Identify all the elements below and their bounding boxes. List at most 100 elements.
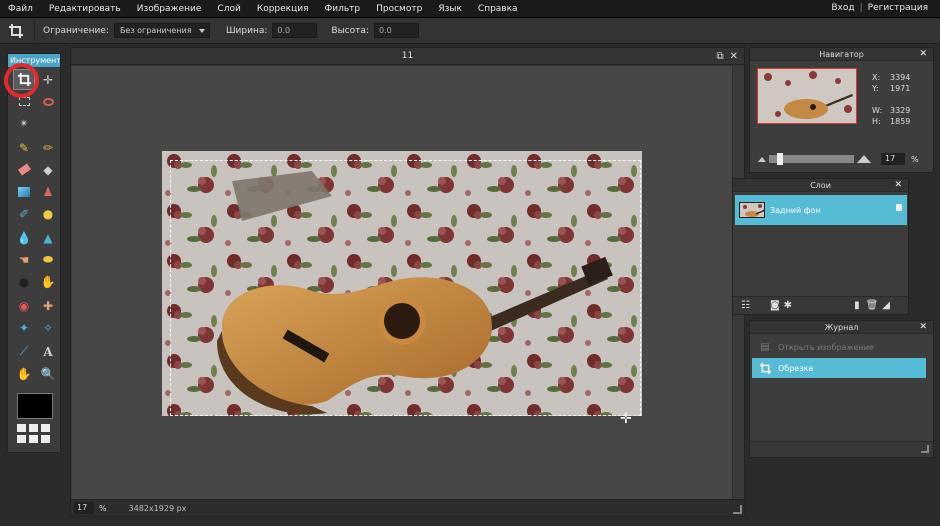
menu-filter[interactable]: Фильтр (317, 4, 369, 14)
zoom-slider[interactable] (769, 153, 854, 165)
burn-tool[interactable]: ✋ (37, 271, 59, 292)
spot-heal-tool[interactable]: ✚ (37, 295, 59, 316)
burn-icon: ✋ (40, 274, 56, 289)
menu-image[interactable]: Изображение (129, 4, 210, 14)
brush-tool[interactable]: ✏ (37, 137, 59, 158)
layer-name: Задний фон (770, 205, 821, 215)
login-link[interactable]: Вход (831, 3, 854, 13)
color-replace-icon: ✐ (18, 206, 30, 221)
move-tool[interactable]: ✛ (37, 69, 59, 90)
layer-settings-icon[interactable]: ☷ (741, 300, 750, 311)
pencil-tool[interactable]: ✎ (13, 137, 35, 158)
y-value: 1971 (890, 84, 911, 93)
close-icon[interactable]: ✕ (919, 48, 927, 61)
layer-item[interactable]: Задний фон (735, 195, 907, 225)
magic-wand-icon: ✴ (19, 117, 29, 130)
bucket-tool[interactable]: ◆ (37, 159, 59, 180)
close-icon[interactable]: ✕ (730, 48, 738, 65)
clone-stamp-icon: ♟ (42, 184, 54, 199)
resize-handle-icon[interactable] (733, 505, 742, 514)
hand-tool[interactable]: ✋ (13, 363, 35, 384)
type-tool[interactable]: A (37, 341, 59, 362)
menu-layer[interactable]: Слой (209, 4, 248, 14)
pinch-tool[interactable]: ✧ (37, 317, 59, 338)
new-layer-icon[interactable]: ▮ (854, 300, 860, 311)
zoom-out-icon[interactable] (758, 156, 766, 162)
document-window: 11 ⧉ ✕ ✛ 17 % 3482x1929 px (70, 47, 745, 517)
width-input[interactable]: 0.0 (272, 23, 318, 38)
height-input[interactable]: 0.0 (373, 23, 419, 38)
view-mode-grid[interactable] (17, 424, 50, 443)
zoom-tool[interactable]: 🔍 (37, 363, 59, 384)
layers-panel: Слои ✕ Задний фон ☷ ◙ ✱ ▮ 🗑 ◢ (732, 178, 909, 315)
color-replace-tool[interactable]: ✐ (13, 203, 35, 224)
menu-language[interactable]: Язык (430, 4, 470, 14)
restore-icon[interactable]: ⧉ (716, 48, 723, 65)
resize-handle-icon[interactable] (921, 445, 929, 453)
bloat-tool[interactable]: ✦ (13, 317, 35, 338)
close-icon[interactable]: ✕ (894, 179, 902, 192)
brush-icon: ✏ (42, 140, 54, 155)
navigator-panel: Навигатор ✕ X: 3394 Y: 1971 W: 3329 H: 1859 (749, 47, 934, 173)
history-item-label: Обрезка (778, 363, 814, 373)
menu-adjustment[interactable]: Коррекция (249, 4, 317, 14)
crop-icon (758, 361, 772, 375)
marquee-icon (18, 97, 30, 106)
resize-handle-icon[interactable]: ◢ (882, 300, 890, 311)
magic-wand-tool[interactable]: ✴ (13, 113, 35, 134)
history-toolbar (750, 441, 933, 457)
bucket-icon: ◆ (43, 162, 53, 177)
sharpen-tool[interactable]: ▲ (37, 227, 59, 248)
type-icon: A (43, 344, 53, 359)
close-icon[interactable]: ✕ (919, 321, 927, 334)
chevron-down-icon (198, 28, 205, 33)
red-eye-icon: ◉ (18, 298, 30, 313)
blur-tool[interactable]: 💧 (13, 227, 35, 248)
canvas-area[interactable]: ✛ (72, 66, 732, 499)
menu-help[interactable]: Справка (470, 4, 526, 14)
width-label: Ширина: (225, 25, 268, 36)
constraint-label: Ограничение: (43, 25, 109, 36)
zoom-in-icon[interactable] (857, 155, 871, 163)
new-layer-style-icon[interactable]: ✱ (784, 300, 792, 311)
eraser-icon (17, 163, 31, 176)
color-picker-tool[interactable]: ⟋ (13, 341, 35, 362)
navigator-zoom-unit: % (911, 154, 919, 164)
history-item-open[interactable]: ▤ Открыть изображение (752, 337, 926, 357)
constraint-select[interactable]: Без ограничения (113, 23, 210, 38)
smudge-tool[interactable]: ☚ (13, 249, 35, 270)
h-value: 1859 (890, 117, 911, 126)
navigator-zoom-input[interactable]: 17 (881, 153, 905, 165)
delete-layer-icon[interactable]: 🗑 (866, 300, 879, 311)
zoom-icon: 🔍 (40, 366, 56, 381)
menu-file[interactable]: Файл (0, 4, 41, 14)
gradient-tool[interactable] (13, 181, 35, 202)
red-eye-tool[interactable]: ◉ (13, 295, 35, 316)
dodge-tool[interactable]: ● (13, 271, 35, 292)
history-item-crop[interactable]: Обрезка (752, 358, 926, 378)
eraser-tool[interactable] (13, 159, 35, 180)
lock-icon[interactable] (896, 204, 902, 211)
crop-icon (6, 21, 26, 41)
tools-panel: Инструменты ✛ ✴ ✎ ✏ ◆ ♟ ✐ ● 💧 ▲ ☚ ⬬ ● ✋ … (7, 53, 61, 453)
zoom-input[interactable]: 17 (74, 502, 94, 514)
layer-mask-icon[interactable]: ◙ (770, 300, 780, 311)
options-divider (34, 20, 35, 41)
history-title: Журнал (824, 323, 859, 332)
history-item-label: Открыть изображение (778, 342, 874, 352)
document-title-bar: 11 ⧉ ✕ (71, 48, 744, 65)
h-label: H: (872, 117, 881, 126)
sponge-tool[interactable]: ⬬ (37, 249, 59, 270)
zoom-slider-knob[interactable] (777, 153, 783, 165)
clone-stamp-tool[interactable]: ♟ (37, 181, 59, 202)
app-window: Файл Редактировать Изображение Слой Корр… (0, 0, 940, 526)
menu-view[interactable]: Просмотр (368, 4, 430, 14)
crop-selection[interactable] (170, 160, 641, 416)
navigator-thumbnail[interactable] (757, 68, 857, 124)
spot-heal-icon: ✚ (42, 298, 54, 313)
lasso-tool[interactable] (37, 91, 59, 112)
foreground-color-swatch[interactable] (17, 393, 53, 419)
drawing-tool[interactable]: ● (37, 203, 59, 224)
register-link[interactable]: Регистрация (868, 3, 928, 13)
menu-edit[interactable]: Редактировать (41, 4, 129, 14)
